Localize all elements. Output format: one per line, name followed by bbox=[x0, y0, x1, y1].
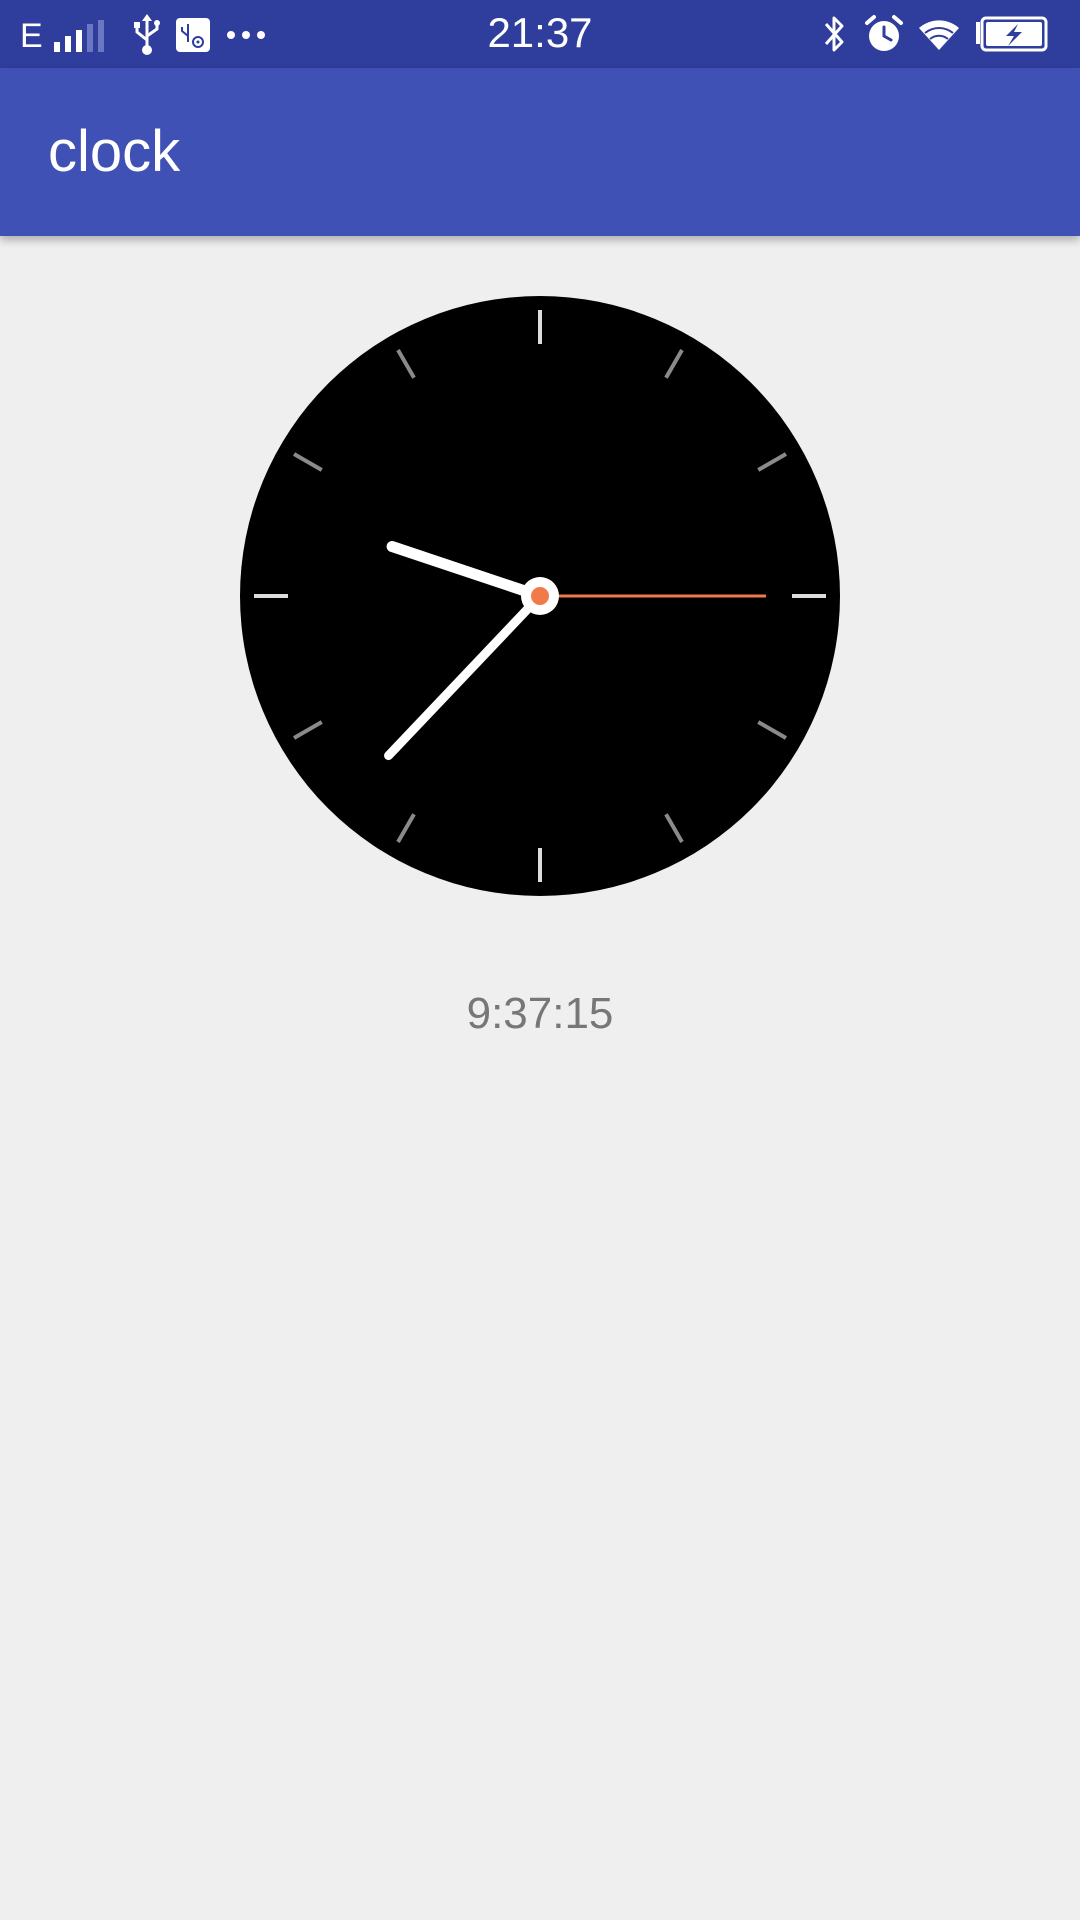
center-pivot-dot bbox=[531, 587, 549, 605]
app-bar: clock bbox=[0, 68, 1080, 236]
app-title: clock bbox=[48, 119, 181, 184]
status-bar: E 21:37 bbox=[0, 0, 1080, 68]
clock-face-svg bbox=[240, 296, 840, 896]
analog-clock bbox=[240, 296, 840, 896]
wifi-icon bbox=[919, 20, 959, 50]
alarm-icon bbox=[865, 15, 903, 51]
clock-app-screen: E 21:37 clock 9:37:15 bbox=[0, 0, 1080, 1920]
bluetooth-icon bbox=[824, 16, 844, 52]
battery-charging-icon bbox=[976, 16, 1048, 52]
digital-time-readout: 9:37:15 bbox=[466, 989, 614, 1038]
